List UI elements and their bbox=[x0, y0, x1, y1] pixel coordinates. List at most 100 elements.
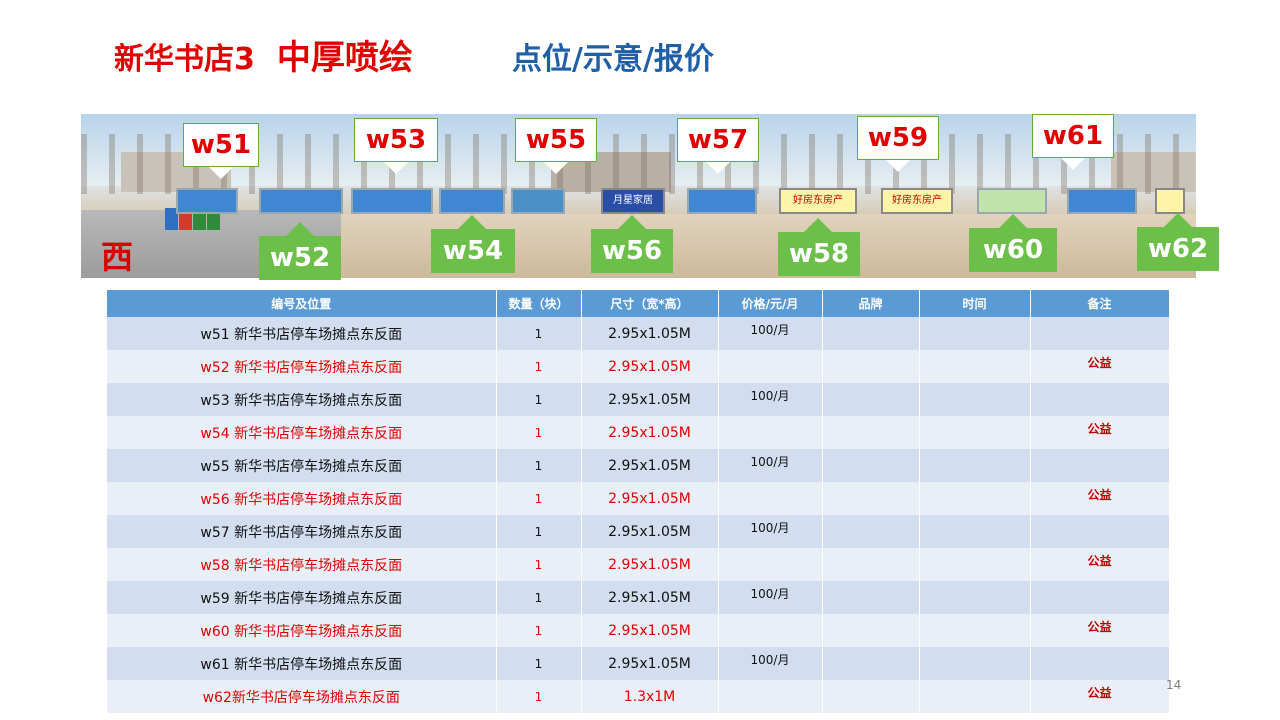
cell-price: 100/月 bbox=[718, 449, 823, 482]
cell-price bbox=[718, 416, 823, 449]
location-label-bottom: w58 bbox=[778, 232, 860, 276]
pricing-table: 编号及位置 数量（块） 尺寸（宽*高） 价格/元/月 品牌 时间 备注 w51 … bbox=[107, 290, 1170, 713]
billboard bbox=[351, 188, 433, 214]
table-row: w59 新华书店停车场摊点东反面 1 2.95x1.05M 100/月 bbox=[107, 581, 1170, 614]
cell-quantity: 1 bbox=[496, 515, 582, 548]
cell-brand bbox=[822, 680, 920, 713]
cell-quantity: 1 bbox=[496, 416, 582, 449]
sign-board: 好房东房产 bbox=[779, 188, 857, 214]
table-row: w58 新华书店停车场摊点东反面 1 2.95x1.05M 公益 bbox=[107, 548, 1170, 581]
page-title: 新华书店3 中厚喷绘 bbox=[114, 30, 413, 79]
cell-note bbox=[1030, 383, 1170, 416]
cell-time bbox=[919, 317, 1031, 350]
title-sub: 中厚喷绘 bbox=[276, 38, 413, 78]
arrow-up-icon bbox=[458, 215, 486, 229]
cell-price bbox=[718, 482, 823, 515]
cell-quantity: 1 bbox=[496, 581, 582, 614]
cell-size: 2.95x1.05M bbox=[581, 482, 719, 515]
location-label-top: w51 bbox=[183, 123, 259, 167]
cell-price bbox=[718, 614, 823, 647]
table-row: w61 新华书店停车场摊点东反面 1 2.95x1.05M 100/月 bbox=[107, 647, 1170, 680]
cell-quantity: 1 bbox=[496, 680, 582, 713]
cell-note: 公益 bbox=[1030, 350, 1170, 383]
cell-quantity: 1 bbox=[496, 482, 582, 515]
cell-size: 2.95x1.05M bbox=[581, 548, 719, 581]
location-label-top: w57 bbox=[677, 118, 759, 162]
cell-position: w56 新华书店停车场摊点东反面 bbox=[107, 482, 497, 515]
table-row: w60 新华书店停车场摊点东反面 1 2.95x1.05M 公益 bbox=[107, 614, 1170, 647]
header-price: 价格/元/月 bbox=[718, 290, 823, 317]
cell-quantity: 1 bbox=[496, 317, 582, 350]
cell-size: 2.95x1.05M bbox=[581, 317, 719, 350]
cell-note: 公益 bbox=[1030, 548, 1170, 581]
cell-price bbox=[718, 350, 823, 383]
billboard bbox=[439, 188, 505, 214]
cell-price: 100/月 bbox=[718, 647, 823, 680]
cell-price: 100/月 bbox=[718, 581, 823, 614]
table-row: w52 新华书店停车场摊点东反面 1 2.95x1.05M 公益 bbox=[107, 350, 1170, 383]
arrow-down-icon bbox=[209, 167, 233, 179]
cell-brand bbox=[822, 482, 920, 515]
cell-time bbox=[919, 482, 1031, 515]
cell-note: 公益 bbox=[1030, 482, 1170, 515]
cell-position: w61 新华书店停车场摊点东反面 bbox=[107, 647, 497, 680]
cell-time bbox=[919, 449, 1031, 482]
cell-note bbox=[1030, 317, 1170, 350]
title-main: 新华书店3 bbox=[114, 42, 255, 77]
table-header-row: 编号及位置 数量（块） 尺寸（宽*高） 价格/元/月 品牌 时间 备注 bbox=[107, 290, 1170, 317]
arrow-up-icon bbox=[618, 215, 646, 229]
cell-brand bbox=[822, 383, 920, 416]
cell-size: 2.95x1.05M bbox=[581, 383, 719, 416]
cell-position: w60 新华书店停车场摊点东反面 bbox=[107, 614, 497, 647]
cell-brand bbox=[822, 317, 920, 350]
table-row: w56 新华书店停车场摊点东反面 1 2.95x1.05M 公益 bbox=[107, 482, 1170, 515]
cell-time bbox=[919, 548, 1031, 581]
cell-price: 100/月 bbox=[718, 317, 823, 350]
arrow-down-icon bbox=[706, 162, 730, 174]
cell-note bbox=[1030, 449, 1170, 482]
cell-note bbox=[1030, 647, 1170, 680]
header-note: 备注 bbox=[1030, 290, 1170, 317]
cell-time bbox=[919, 680, 1031, 713]
direction-marker: 西 bbox=[101, 238, 134, 276]
cell-size: 1.3x1M bbox=[581, 680, 719, 713]
cell-quantity: 1 bbox=[496, 383, 582, 416]
cell-time bbox=[919, 515, 1031, 548]
table-row: w55 新华书店停车场摊点东反面 1 2.95x1.05M 100/月 bbox=[107, 449, 1170, 482]
cell-quantity: 1 bbox=[496, 350, 582, 383]
cell-position: w53 新华书店停车场摊点东反面 bbox=[107, 383, 497, 416]
cell-brand bbox=[822, 515, 920, 548]
cell-quantity: 1 bbox=[496, 614, 582, 647]
page-number: 14 bbox=[1166, 678, 1182, 692]
table-row: w57 新华书店停车场摊点东反面 1 2.95x1.05M 100/月 bbox=[107, 515, 1170, 548]
table-row: w54 新华书店停车场摊点东反面 1 2.95x1.05M 公益 bbox=[107, 416, 1170, 449]
header-quantity: 数量（块） bbox=[496, 290, 582, 317]
cell-brand bbox=[822, 416, 920, 449]
arrow-down-icon bbox=[886, 160, 910, 172]
header-time: 时间 bbox=[919, 290, 1031, 317]
cell-position: w52 新华书店停车场摊点东反面 bbox=[107, 350, 497, 383]
arrow-up-icon bbox=[286, 222, 314, 236]
arrow-down-icon bbox=[1061, 158, 1085, 170]
cell-brand bbox=[822, 548, 920, 581]
cell-brand bbox=[822, 350, 920, 383]
cell-position: w57 新华书店停车场摊点东反面 bbox=[107, 515, 497, 548]
cell-position: w58 新华书店停车场摊点东反面 bbox=[107, 548, 497, 581]
cell-brand bbox=[822, 449, 920, 482]
cell-time bbox=[919, 614, 1031, 647]
cell-time bbox=[919, 350, 1031, 383]
billboard bbox=[977, 188, 1047, 214]
table-row: w53 新华书店停车场摊点东反面 1 2.95x1.05M 100/月 bbox=[107, 383, 1170, 416]
billboard bbox=[1155, 188, 1185, 214]
cell-size: 2.95x1.05M bbox=[581, 647, 719, 680]
cell-position: w51 新华书店停车场摊点东反面 bbox=[107, 317, 497, 350]
location-label-top: w55 bbox=[515, 118, 597, 162]
billboard bbox=[1067, 188, 1137, 214]
billboard bbox=[511, 188, 565, 214]
cell-note: 公益 bbox=[1030, 416, 1170, 449]
arrow-down-icon bbox=[544, 162, 568, 174]
cell-brand bbox=[822, 614, 920, 647]
cell-brand bbox=[822, 647, 920, 680]
cell-quantity: 1 bbox=[496, 647, 582, 680]
header-position: 编号及位置 bbox=[107, 290, 497, 317]
